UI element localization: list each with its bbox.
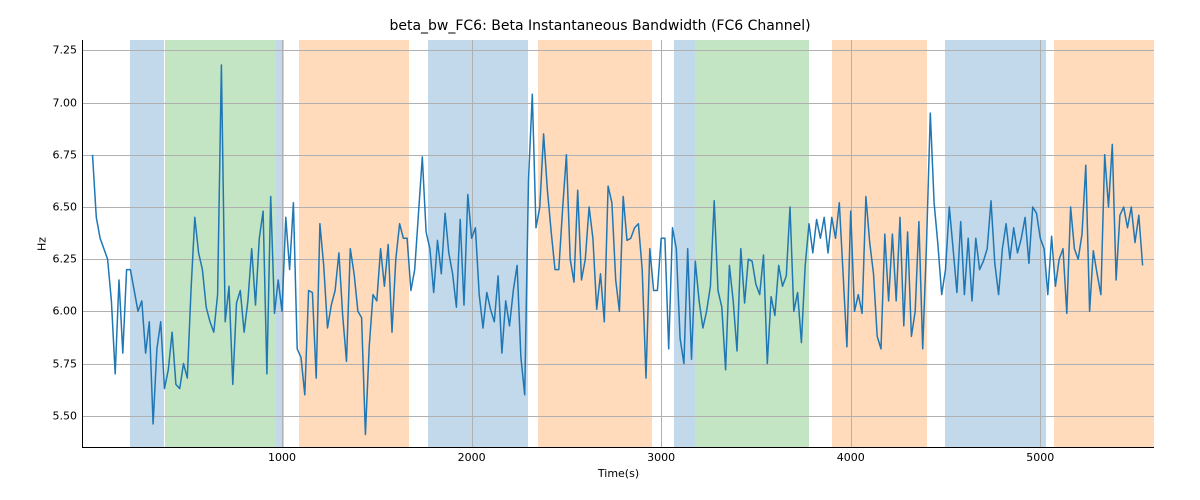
y-tick-label: 7.00 — [53, 96, 78, 109]
y-tick-label: 7.25 — [53, 44, 78, 57]
chart-title: beta_bw_FC6: Beta Instantaneous Bandwidt… — [0, 18, 1200, 34]
x-tick-label: 1000 — [268, 451, 296, 464]
y-axis-label: Hz — [35, 236, 48, 250]
x-tick-label: 2000 — [458, 451, 486, 464]
axes: Time(s) Hz 5.505.756.006.256.506.757.007… — [82, 40, 1154, 448]
y-tick-label: 6.25 — [53, 253, 78, 266]
x-axis-label: Time(s) — [598, 467, 639, 480]
y-tick-label: 5.50 — [53, 409, 78, 422]
line-series-layer — [83, 40, 1154, 447]
x-tick-label: 4000 — [837, 451, 865, 464]
y-tick-label: 6.75 — [53, 148, 78, 161]
x-tick-label: 3000 — [647, 451, 675, 464]
y-tick-label: 6.50 — [53, 200, 78, 213]
figure: beta_bw_FC6: Beta Instantaneous Bandwidt… — [0, 0, 1200, 500]
series-beta_bw_FC6 — [93, 65, 1143, 435]
plot-area — [83, 40, 1154, 447]
y-tick-label: 6.00 — [53, 305, 78, 318]
y-tick-label: 5.75 — [53, 357, 78, 370]
x-tick-label: 5000 — [1026, 451, 1054, 464]
